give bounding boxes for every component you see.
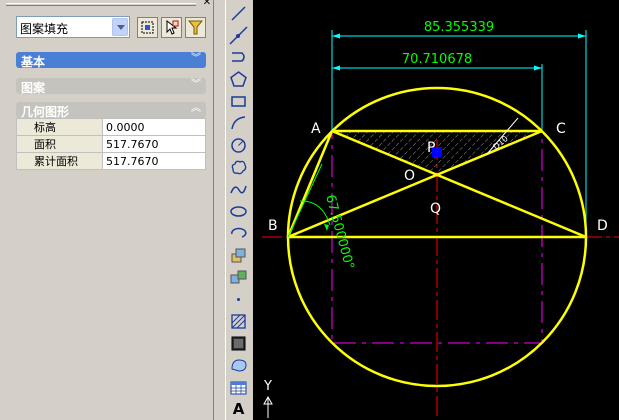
quick-select-icon xyxy=(141,21,154,34)
rectangle-icon[interactable] xyxy=(228,91,249,112)
ucs-y-label: Y xyxy=(263,379,272,394)
chevron-double-down-icon[interactable]: ︾ xyxy=(191,79,201,91)
point-label-d: D xyxy=(597,218,608,234)
object-type-value: 图案填充 xyxy=(20,22,69,36)
gradient-icon[interactable] xyxy=(228,333,249,354)
property-key: 累计面积 xyxy=(16,152,103,170)
property-value: 517.7670 xyxy=(102,135,206,153)
polygon-icon[interactable] xyxy=(228,69,249,90)
make-block-icon[interactable] xyxy=(228,267,249,288)
toggle-pickadd-button[interactable] xyxy=(185,17,206,38)
section-geometry[interactable]: 几何图形 ︽ xyxy=(16,102,206,119)
insert-block-icon[interactable] xyxy=(228,245,249,266)
line-icon[interactable] xyxy=(228,3,249,24)
chevron-down-icon[interactable] xyxy=(112,18,128,36)
property-value[interactable]: 0.0000 xyxy=(102,118,206,136)
circle-icon[interactable] xyxy=(228,135,249,156)
palette-title-bar[interactable]: ✕ xyxy=(0,0,214,10)
point-label-o: O xyxy=(404,168,415,184)
hatch-icon[interactable] xyxy=(228,311,249,332)
point-label-p: P xyxy=(427,140,435,156)
arc-icon[interactable] xyxy=(228,113,249,134)
close-icon[interactable]: ✕ xyxy=(202,0,212,8)
point-label-b: B xyxy=(268,218,278,234)
geometry-property-table: 标高 0.0000 面积 517.7670 累计面积 517.7670 xyxy=(16,118,206,170)
point-icon[interactable] xyxy=(228,289,249,310)
dimension-arrow xyxy=(332,65,340,71)
section-hatch-label: 图案 xyxy=(21,81,46,95)
chevron-double-down-icon[interactable]: ︾ xyxy=(191,53,201,65)
region-icon[interactable] xyxy=(228,355,249,376)
ellipse-arc-icon[interactable] xyxy=(228,223,249,244)
spline-icon[interactable] xyxy=(228,179,249,200)
draw-toolbar: A xyxy=(226,0,251,420)
property-value: 517.7670 xyxy=(102,152,206,170)
dimension-text-outer: 85.355339 xyxy=(424,20,494,35)
select-objects-button[interactable] xyxy=(161,17,182,38)
property-row[interactable]: 面积 517.7670 xyxy=(16,135,206,153)
section-basic[interactable]: 基本 ︾ xyxy=(16,52,206,69)
point-label-c: C xyxy=(556,121,566,137)
dimension-arrow xyxy=(324,224,329,231)
revision-cloud-icon[interactable] xyxy=(228,157,249,178)
dimension-arrow xyxy=(332,33,340,39)
dimension-arrow xyxy=(534,65,542,71)
palette-drag-grip[interactable] xyxy=(6,3,196,6)
table-icon[interactable] xyxy=(228,377,249,398)
point-label-a: A xyxy=(311,121,321,137)
property-row[interactable]: 标高 0.0000 xyxy=(16,118,206,136)
quick-select-button[interactable] xyxy=(137,17,158,38)
property-row[interactable]: 累计面积 517.7670 xyxy=(16,152,206,170)
property-key: 标高 xyxy=(16,118,103,136)
drawing-geometry[interactable]: 85.35533970.710678D1067.500000°ABCDOPQY xyxy=(253,0,619,420)
dimension-text-angle: 67.500000° xyxy=(322,193,356,271)
property-key: 面积 xyxy=(16,135,103,153)
dimension-arrow xyxy=(578,33,586,39)
filter-icon xyxy=(187,20,204,35)
multiline-text-icon[interactable]: A xyxy=(228,399,249,420)
construction-line-icon[interactable] xyxy=(228,25,249,46)
select-objects-icon xyxy=(166,19,179,35)
point-label-q: Q xyxy=(430,201,441,217)
polyline-icon[interactable] xyxy=(228,47,249,68)
section-basic-label: 基本 xyxy=(21,55,46,69)
dimension-text-inner: 70.710678 xyxy=(402,52,472,67)
palette-splitter[interactable] xyxy=(214,0,226,420)
drawing-canvas[interactable]: 85.355339 70.710678 D10 67.500000° A B C D O P Q Y xyxy=(253,0,619,420)
object-type-select[interactable]: 图案填充 xyxy=(16,16,130,38)
chevron-double-up-icon[interactable]: ︽ xyxy=(191,103,201,115)
ellipse-icon[interactable] xyxy=(228,201,249,222)
properties-palette: ✕ 图案填充 基本 ︾ 图案 ︾ 几何图形 ︽ 标高 0.0000 面积 517… xyxy=(0,0,214,420)
section-hatch[interactable]: 图案 ︾ xyxy=(16,78,206,95)
